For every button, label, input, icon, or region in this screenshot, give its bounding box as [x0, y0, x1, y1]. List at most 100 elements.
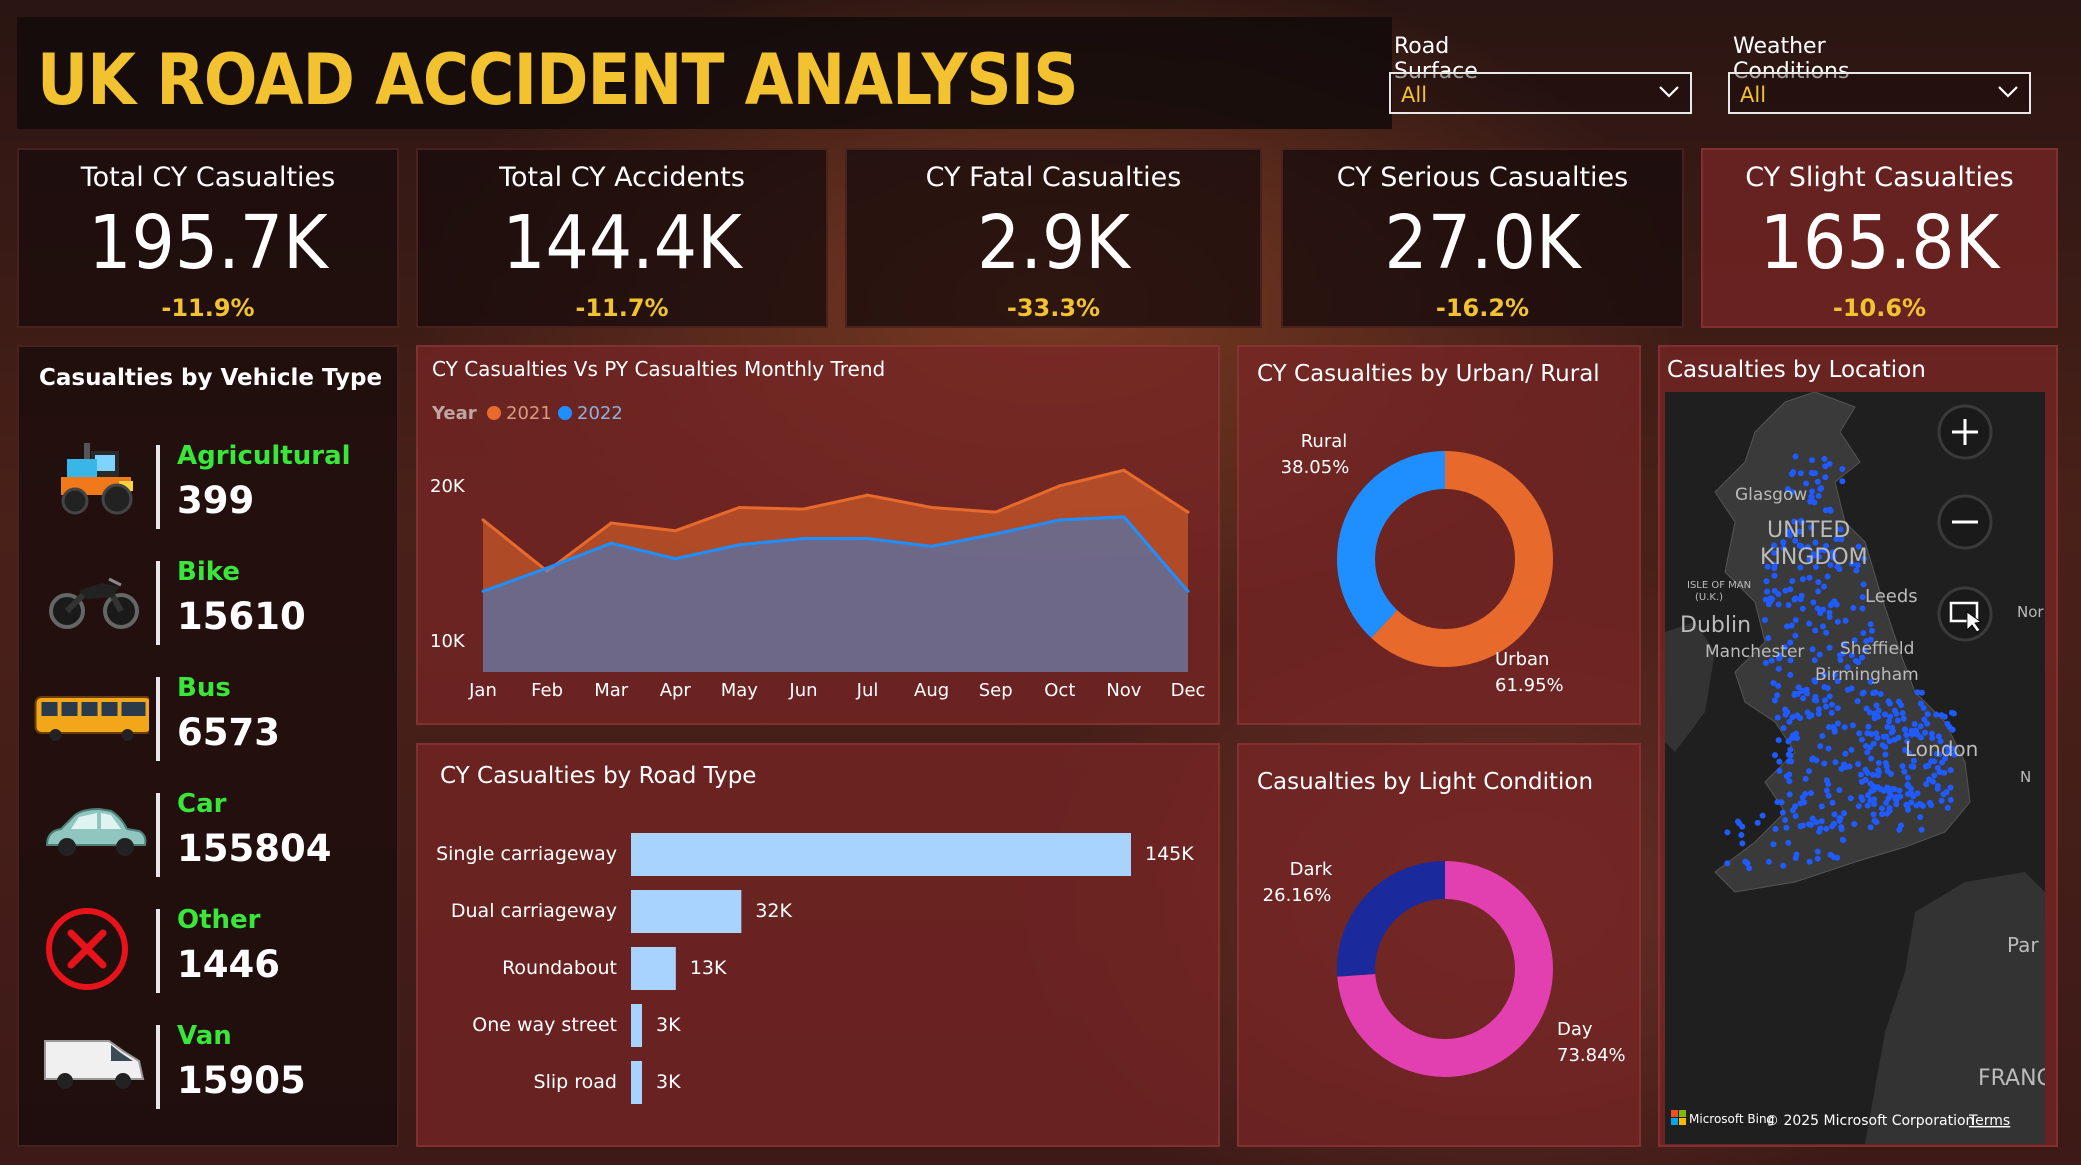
map-point[interactable] [1924, 711, 1931, 718]
map-point[interactable] [1933, 711, 1940, 718]
map-point[interactable] [1854, 698, 1861, 705]
vehicle-item-bus[interactable]: Bus 6573 [19, 659, 397, 775]
map-point[interactable] [1767, 595, 1774, 602]
map-point[interactable] [1829, 701, 1836, 708]
map-point[interactable] [1921, 716, 1928, 723]
map-point[interactable] [1840, 837, 1847, 844]
map-point[interactable] [1821, 455, 1828, 462]
map-point[interactable] [1896, 787, 1903, 794]
map-point[interactable] [1883, 733, 1890, 740]
map-point[interactable] [1917, 723, 1924, 730]
map-point[interactable] [1804, 709, 1811, 716]
map-point[interactable] [1855, 761, 1862, 768]
map-point[interactable] [1765, 858, 1772, 865]
map-point[interactable] [1944, 804, 1951, 811]
map-point[interactable] [1809, 646, 1816, 653]
map-point[interactable] [1824, 685, 1831, 692]
map-point[interactable] [1841, 810, 1848, 817]
data-point[interactable] [481, 589, 485, 593]
map-point[interactable] [1746, 865, 1753, 872]
map-point[interactable] [1877, 786, 1884, 793]
data-point[interactable] [481, 518, 485, 522]
map-point[interactable] [1775, 737, 1782, 744]
map-point[interactable] [1827, 851, 1834, 858]
map-point[interactable] [1789, 577, 1796, 584]
map-point[interactable] [1772, 825, 1779, 832]
map-point[interactable] [1904, 774, 1911, 781]
map-point[interactable] [1774, 714, 1781, 721]
map-point[interactable] [1867, 824, 1874, 831]
map-point[interactable] [1795, 684, 1802, 691]
map-point[interactable] [1772, 752, 1779, 759]
data-point[interactable] [994, 532, 998, 536]
map-point[interactable] [1792, 617, 1799, 624]
map-point[interactable] [1819, 733, 1826, 740]
map-point[interactable] [1908, 727, 1915, 734]
map-point[interactable] [1775, 601, 1782, 608]
map-point[interactable] [1824, 573, 1831, 580]
map-point[interactable] [1867, 621, 1874, 628]
map-point[interactable] [1808, 790, 1815, 797]
map-point[interactable] [1947, 767, 1954, 774]
map-point[interactable] [1806, 574, 1813, 581]
map-point[interactable] [1724, 860, 1731, 867]
map-point[interactable] [1905, 806, 1912, 813]
legend-label-2022[interactable]: 2022 [577, 403, 623, 424]
map-point[interactable] [1826, 614, 1833, 621]
map-point[interactable] [1888, 729, 1895, 736]
map-point[interactable] [1799, 794, 1806, 801]
map-point[interactable] [1950, 710, 1957, 717]
map-point[interactable] [1792, 854, 1799, 861]
map-point[interactable] [1739, 840, 1746, 847]
map-point[interactable] [1781, 706, 1788, 713]
map-point[interactable] [1910, 763, 1917, 770]
map-point[interactable] [1792, 453, 1799, 460]
legend-label-2021[interactable]: 2021 [506, 403, 552, 424]
map-point[interactable] [1899, 710, 1906, 717]
map-point[interactable] [1842, 763, 1849, 770]
map-point[interactable] [1882, 751, 1889, 758]
map-point[interactable] [1918, 689, 1925, 696]
map-point[interactable] [1780, 862, 1787, 869]
map-point[interactable] [1918, 826, 1925, 833]
map-point[interactable] [1900, 715, 1907, 722]
map-point[interactable] [1825, 745, 1832, 752]
road-surface-dropdown[interactable]: All [1389, 72, 1692, 114]
map-point[interactable] [1785, 751, 1792, 758]
map-point[interactable] [1836, 787, 1843, 794]
map-point[interactable] [1823, 629, 1830, 636]
map-point[interactable] [1776, 758, 1783, 765]
map-point[interactable] [1808, 493, 1815, 500]
map-point[interactable] [1815, 710, 1822, 717]
map-point[interactable] [1829, 823, 1836, 830]
map-point[interactable] [1823, 825, 1830, 832]
map-point[interactable] [1851, 821, 1858, 828]
map-point[interactable] [1792, 632, 1799, 639]
map-point[interactable] [1814, 855, 1821, 862]
map-point[interactable] [1946, 724, 1953, 731]
map-point[interactable] [1764, 588, 1771, 595]
map-point[interactable] [1934, 782, 1941, 789]
map-point[interactable] [1865, 723, 1872, 730]
map-point[interactable] [1799, 822, 1806, 829]
map-point[interactable] [1871, 801, 1878, 808]
map-point[interactable] [1809, 815, 1816, 822]
bar[interactable] [631, 1004, 642, 1047]
terms-link[interactable]: Terms [1968, 1113, 2010, 1129]
map-point[interactable] [1886, 807, 1893, 814]
map-point[interactable] [1774, 692, 1781, 699]
map-point[interactable] [1842, 750, 1849, 757]
map-point[interactable] [1816, 651, 1823, 658]
map-point[interactable] [1775, 591, 1782, 598]
map-point[interactable] [1814, 478, 1821, 485]
map-point[interactable] [1941, 769, 1948, 776]
map-point[interactable] [1811, 697, 1818, 704]
map-point[interactable] [1834, 618, 1841, 625]
map-point[interactable] [1826, 506, 1833, 513]
map-point[interactable] [1850, 604, 1857, 611]
map-point[interactable] [1884, 723, 1891, 730]
map-point[interactable] [1759, 812, 1766, 819]
map-point[interactable] [1870, 783, 1877, 790]
map-point[interactable] [1778, 799, 1785, 806]
map-point[interactable] [1817, 825, 1824, 832]
